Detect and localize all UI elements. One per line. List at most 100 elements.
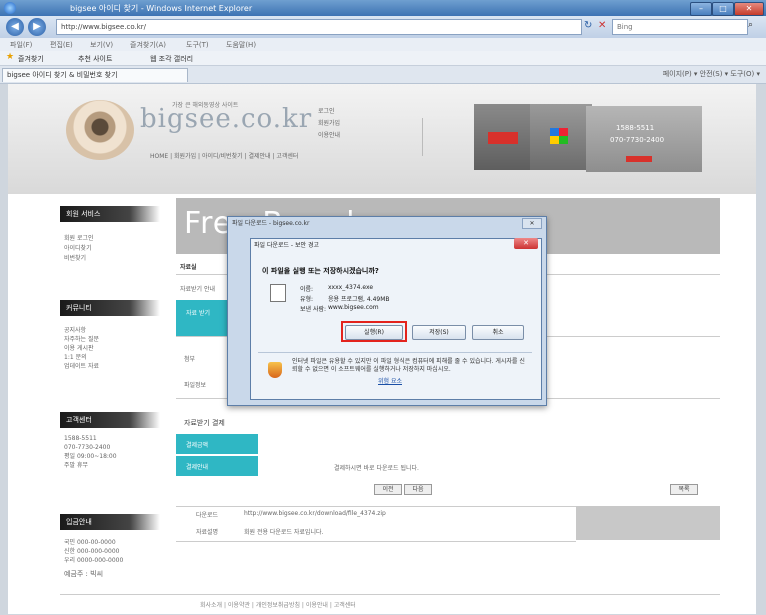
sidebar-heading-member: 회원 서비스 [60,206,160,222]
browser-tab[interactable]: bigsee 아이디 찾기 & 비밀번호 찾기 [2,68,188,82]
bank-account: 우리 0000-000-0000 [64,557,124,564]
file-type-label: 유형: [300,296,314,303]
breadcrumb: 자료실 [180,264,197,271]
save-button[interactable]: 저장(S) [412,325,466,340]
search-icon[interactable]: ⌕ [748,20,753,30]
pay-guide-label: 결제안내 [186,464,209,471]
info-table-side [576,506,720,540]
cancel-button[interactable]: 취소 [472,325,524,340]
menu-view[interactable]: 보기(V) [90,40,113,50]
bank-account: 신한 000-000-0000 [64,548,120,555]
search-input[interactable]: Bing [612,19,748,35]
sidebar-heading-community: 커뮤니티 [60,300,160,316]
row-label-attach: 첨부 [184,356,196,363]
account-holder: 예금주 : 빅씨 [64,570,104,578]
dialog-separator [258,352,532,353]
info-row-label: 다운로드 [196,512,219,519]
promo-box-1[interactable] [474,104,536,170]
sidebar-heading-support: 고객센터 [60,412,160,428]
header-link-login[interactable]: 로그인 [318,106,335,115]
sidebar-item[interactable]: 비번찾기 [64,254,86,263]
tab-label: 자료 받기 [186,310,210,317]
dialog-title: 파일 다운로드 - 보안 경고 [254,242,319,249]
command-bar[interactable]: 페이지(P) ▾ 안전(S) ▾ 도구(O) ▾ [663,69,760,79]
menu-file[interactable]: 파일(F) [10,40,32,50]
sidebar-item[interactable]: 회원 로그인 [64,234,94,243]
menu-favorites[interactable]: 즐겨찾기(A) [130,40,166,50]
menu-edit[interactable]: 편집(E) [50,40,73,50]
support-hours: 평일 09:00~18:00 [64,453,117,460]
promo-box-2[interactable] [530,104,592,170]
pay-amount-label: 결제금액 [186,442,209,449]
file-name-value: xxxx_4374.exe [328,284,374,291]
site-logo[interactable]: bigsee.co.kr [140,104,312,134]
sub-heading: 자료받기 안내 [180,286,216,293]
sidebar-item[interactable]: 자주하는 질문 [64,335,99,344]
menu-tools[interactable]: 도구(T) [186,40,209,50]
eye-logo-image [66,100,134,160]
ie-logo-icon [4,2,16,14]
download-window-close[interactable]: ✕ [522,218,542,229]
favorites-bar: ★ 즐겨찾기 추천 사이트 웹 조각 갤러리 [0,51,766,66]
sidebar-heading-deposit: 입금안내 [60,514,160,530]
fav-link-2[interactable]: 웹 조각 갤러리 [150,54,193,64]
sidebar-item[interactable]: 아이디찾기 [64,244,92,253]
dialog-question: 이 파일을 실행 또는 저장하시겠습니까? [262,267,379,275]
header-link-join[interactable]: 회원가입 [318,118,340,127]
next-button[interactable]: 다음 [404,484,432,495]
download-window-title: 파일 다운로드 - bigsee.co.kr [232,220,310,227]
support-hours: 주말 휴무 [64,462,88,469]
star-icon: ★ [6,52,15,62]
footer-links[interactable]: 회사소개 | 이용약관 | 개인정보취급방침 | 이용안내 | 고객센터 [200,600,356,609]
file-type-value: 응용 프로그램, 4.49MB [328,296,390,303]
sidebar-item[interactable]: 공지사항 [64,326,86,335]
header-nav[interactable]: HOME | 회원가입 | 아이디/비번찾기 | 결제안내 | 고객센터 [150,151,298,160]
warning-text: 인터넷 파일은 유용할 수 있지만 이 파일 형식은 컴퓨터에 피해를 줄 수 … [292,358,525,373]
stop-icon[interactable]: ✕ [598,20,606,31]
tab-download[interactable] [176,300,232,336]
prev-button[interactable]: 이전 [374,484,402,495]
promo-phone-2: 070-7730-2400 [610,136,665,144]
window-title-bar: bigsee 아이디 찾기 - Windows Internet Explore… [0,0,766,16]
minimize-button[interactable]: – [690,2,712,16]
header-text-block [422,118,463,156]
window-title: bigsee 아이디 찾기 - Windows Internet Explore… [70,4,253,13]
menu-bar: 파일(F) 편집(E) 보기(V) 즐겨찾기(A) 도구(T) 도움말(H) [0,38,766,51]
address-input[interactable]: http://www.bigsee.co.kr/ [56,19,582,35]
address-bar-row: ◀ ▶ http://www.bigsee.co.kr/ ↻ ✕ Bing ⌕ [0,16,766,38]
refresh-icon[interactable]: ↻ [584,20,592,31]
sidebar-item[interactable]: 업데이트 자료 [64,362,99,371]
close-button[interactable]: ✕ [734,2,764,16]
promo-icon [488,132,518,144]
sidebar-item[interactable]: 1:1 문의 [64,353,87,362]
run-button-highlight [341,321,407,342]
menu-help[interactable]: 도움말(H) [226,40,256,50]
dialog-close-button[interactable]: ✕ [514,238,538,249]
favorites-button[interactable]: 즐겨찾기 [18,54,44,64]
tab-row: bigsee 아이디 찾기 & 비밀번호 찾기 페이지(P) ▾ 안전(S) ▾… [0,66,766,84]
info-row-value[interactable]: http://www.bigsee.co.kr/download/file_43… [244,510,386,517]
forward-button[interactable]: ▶ [28,18,46,36]
sidebar-item[interactable]: 이용 게시판 [64,344,94,353]
list-button[interactable]: 목록 [670,484,698,495]
file-icon [270,284,286,302]
risk-link[interactable]: 위험 요소 [378,376,402,385]
fav-link-1[interactable]: 추천 사이트 [78,54,112,64]
file-from-label: 보낸 사람: [300,306,327,313]
info-row-value: 회원 전용 다운로드 자료입니다. [244,529,324,536]
back-button[interactable]: ◀ [6,18,24,36]
file-from-value: www.bigsee.com [328,304,379,311]
support-phone: 1588-5511 [64,435,97,442]
header-link-guide[interactable]: 이용안내 [318,130,340,139]
pay-note: 결제하시면 바로 다운로드 됩니다. [334,465,419,472]
file-name-label: 이름: [300,286,314,293]
windows-icon [550,128,568,144]
promo-box-3[interactable]: 1588-5511 070-7730-2400 [586,106,702,172]
footer-divider [60,594,720,595]
shield-warning-icon [268,362,282,378]
maximize-button[interactable]: □ [712,2,734,16]
support-phone: 070-7730-2400 [64,444,111,451]
promo-badge [626,156,652,162]
bank-account: 국민 000-00-0000 [64,539,116,546]
promo-phone-1: 1588-5511 [616,124,655,132]
